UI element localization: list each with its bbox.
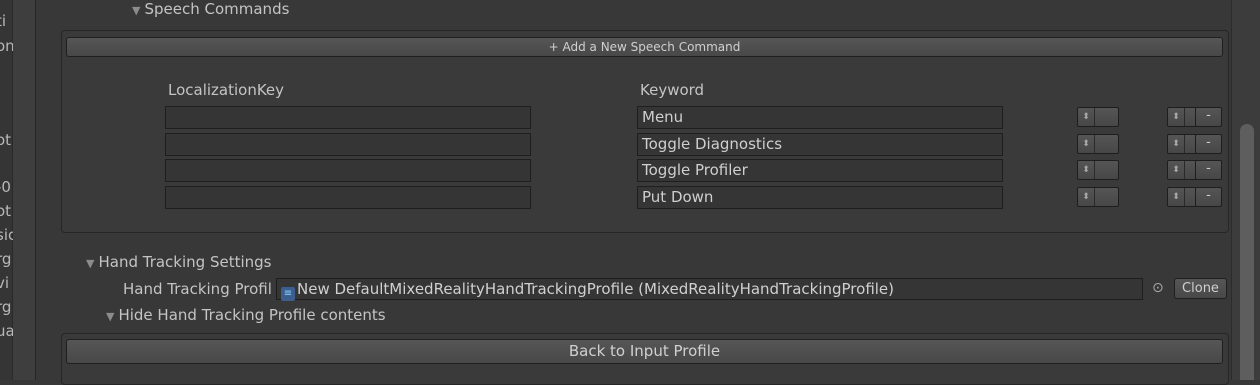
left-fragment: ti [0,12,7,30]
left-fragment: rg [0,298,12,316]
up-down-arrow-icon: ⬍ [1168,161,1185,179]
hand-tracking-settings-label: Hand Tracking Settings [98,253,272,271]
up-down-arrow-icon: ⬍ [1078,108,1095,126]
hand-tracking-profile-label: Hand Tracking Profil [123,280,272,298]
localization-key-field[interactable] [165,133,531,156]
back-to-input-profile-button[interactable]: Back to Input Profile [66,339,1223,364]
add-speech-command-button[interactable]: + Add a New Speech Command [66,37,1223,57]
object-picker-icon[interactable]: ⊙ [1152,280,1164,296]
hide-profile-contents-label: Hide Hand Tracking Profile contents [118,306,386,324]
hand-tracking-profile-value: New DefaultMixedRealityHandTrackingProfi… [297,280,895,298]
localization-key-header: LocalizationKey [168,81,285,99]
left-fragment: ot [0,202,12,220]
key-code-dropdown[interactable]: ⬍ [1077,107,1119,127]
up-down-arrow-icon: ⬍ [1168,108,1185,126]
left-fragment: rg [0,250,12,268]
up-down-arrow-icon: ⬍ [1168,135,1185,153]
key-code-dropdown[interactable]: ⬍ [1077,134,1119,154]
foldout-arrow-icon: ▼ [132,4,141,17]
key-code-dropdown[interactable]: ⬍ [1077,160,1119,180]
inspector-gutter [13,0,36,380]
keyword-field[interactable]: Menu [637,106,1003,129]
up-down-arrow-icon: ⬍ [1168,188,1185,206]
localization-key-field[interactable] [165,186,531,209]
key-code-dropdown[interactable]: ⬍ [1077,187,1119,207]
speech-commands-label: Speech Commands [144,0,290,18]
left-panel-strip: ti on ot -0 ot sic rg vi rg ua [0,0,16,380]
scriptable-object-icon: ≡ [281,287,295,301]
keyword-field[interactable]: Put Down [637,186,1003,209]
up-down-arrow-icon: ⬍ [1078,135,1095,153]
foldout-arrow-icon: ▼ [106,310,115,323]
left-fragment: -0 [0,178,11,196]
remove-command-button[interactable]: - [1195,160,1222,180]
hide-profile-contents-foldout[interactable]: ▼ Hide Hand Tracking Profile contents [106,306,386,324]
scrollbar-thumb[interactable] [1240,124,1254,380]
remove-command-button[interactable]: - [1195,187,1222,207]
keyword-field[interactable]: Toggle Diagnostics [637,133,1003,156]
remove-command-button[interactable]: - [1195,107,1222,127]
foldout-arrow-icon: ▼ [86,257,95,270]
left-fragment: ot [0,131,12,149]
keyword-header: Keyword [640,81,705,99]
up-down-arrow-icon: ⬍ [1078,188,1095,206]
hand-tracking-foldout[interactable]: ▼ Hand Tracking Settings [86,253,271,271]
remove-command-button[interactable]: - [1195,134,1222,154]
localization-key-field[interactable] [165,159,531,182]
hand-tracking-profile-field[interactable]: ≡ New DefaultMixedRealityHandTrackingProf… [276,278,1143,301]
clone-button[interactable]: Clone [1174,278,1227,299]
speech-commands-foldout[interactable]: ▼ Speech Commands [132,0,289,20]
up-down-arrow-icon: ⬍ [1078,161,1095,179]
keyword-field[interactable]: Toggle Profiler [637,159,1003,182]
left-fragment: vi [0,274,10,292]
localization-key-field[interactable] [165,106,531,129]
